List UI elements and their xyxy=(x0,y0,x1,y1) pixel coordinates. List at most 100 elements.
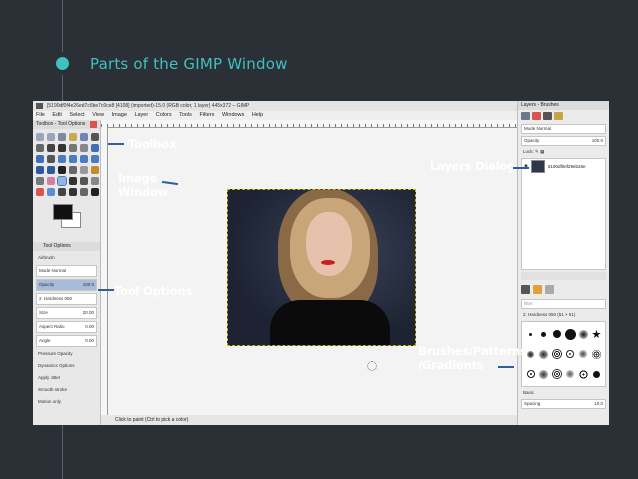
layer-row[interactable]: ◉ 5190df0ef29eb26e xyxy=(522,159,605,173)
brush-swatch[interactable] xyxy=(579,350,588,359)
patterns-tab-icon[interactable] xyxy=(533,285,542,294)
menu-image[interactable]: Image xyxy=(112,112,127,118)
eraser-tool-icon[interactable] xyxy=(47,177,55,185)
menu-colors[interactable]: Colors xyxy=(156,112,172,118)
zoom-tool-icon[interactable] xyxy=(69,144,77,152)
scale-tool-icon[interactable] xyxy=(69,155,77,163)
menu-view[interactable]: View xyxy=(92,112,104,118)
brush-swatch[interactable] xyxy=(539,369,549,379)
cage-tool-icon[interactable] xyxy=(47,166,55,174)
size-slider[interactable]: Size 20.00 xyxy=(36,307,97,319)
brush-swatch[interactable] xyxy=(591,349,601,359)
spacing-slider[interactable]: Spacing 10.0 xyxy=(521,399,606,409)
lock-brush-icon[interactable]: ✎ xyxy=(535,149,539,154)
brush-swatch[interactable] xyxy=(541,331,547,337)
color-picker-tool-icon[interactable] xyxy=(58,144,66,152)
apply-jitter-checkbox[interactable]: Apply Jitter xyxy=(36,373,97,383)
brush-swatch[interactable] xyxy=(539,349,549,359)
menu-layer[interactable]: Layer xyxy=(134,112,148,118)
opacity-slider[interactable]: Opacity 100.0 xyxy=(36,279,97,291)
layer-mode-select[interactable]: Mode Normal xyxy=(521,124,606,134)
smooth-stroke-checkbox[interactable]: Smooth stroke xyxy=(36,385,97,395)
brush-swatch[interactable] xyxy=(592,370,600,378)
rect-select-tool-icon[interactable] xyxy=(36,133,44,141)
layers-tab-icon[interactable] xyxy=(521,112,530,120)
color-balance-tool-icon[interactable] xyxy=(91,188,99,196)
text-tool-icon[interactable] xyxy=(58,166,66,174)
motion-only-checkbox[interactable]: Motion only xyxy=(36,397,97,407)
angle-slider[interactable]: Angle 0.00 xyxy=(36,335,97,347)
flip-tool-icon[interactable] xyxy=(36,166,44,174)
dynamics-options-expander[interactable]: Dynamics Options xyxy=(36,361,97,371)
timeline-line-bottom-2 xyxy=(62,425,63,479)
paths-tool-icon[interactable] xyxy=(47,144,55,152)
menu-edit[interactable]: Edit xyxy=(52,112,61,118)
pencil-tool-icon[interactable] xyxy=(91,166,99,174)
free-select-tool-icon[interactable] xyxy=(58,133,66,141)
brush-swatch[interactable] xyxy=(578,329,588,339)
menu-select[interactable]: Select xyxy=(69,112,84,118)
measure-tool-icon[interactable] xyxy=(80,144,88,152)
dodge-tool-icon[interactable] xyxy=(58,188,66,196)
lock-alpha-icon[interactable]: ▦ xyxy=(540,149,544,154)
rotate-tool-icon[interactable] xyxy=(58,155,66,163)
menu-help[interactable]: Help xyxy=(252,112,263,118)
brush-select[interactable]: 2. Hardness 050 xyxy=(36,293,97,305)
heal-tool-icon[interactable] xyxy=(91,177,99,185)
bucket-fill-tool-icon[interactable] xyxy=(69,166,77,174)
align-tool-icon[interactable] xyxy=(36,155,44,163)
brushes-tab-icon[interactable] xyxy=(521,285,530,294)
crop-tool-icon[interactable] xyxy=(47,155,55,163)
menu-tools[interactable]: Tools xyxy=(179,112,192,118)
annotation-layers-dialog: Layers Dialog xyxy=(430,159,516,173)
menu-windows[interactable]: Windows xyxy=(222,112,244,118)
toolbox-title: Toolbox - Tool Options xyxy=(36,121,86,127)
brush-swatch[interactable] xyxy=(526,370,535,379)
brush-tags[interactable]: Basic xyxy=(521,389,606,397)
gradients-tab-icon[interactable] xyxy=(545,285,554,294)
dynamics-select[interactable]: Pressure Opacity xyxy=(36,349,97,359)
color-select-tool-icon[interactable] xyxy=(80,133,88,141)
move-tool-icon[interactable] xyxy=(91,144,99,152)
brush-filter-input[interactable]: filter xyxy=(521,299,606,309)
brush-swatch-star[interactable] xyxy=(592,329,601,339)
airbrush-tool-icon[interactable] xyxy=(57,176,67,186)
clone-tool-icon[interactable] xyxy=(80,177,88,185)
paintbrush-tool-icon[interactable] xyxy=(36,177,44,185)
brush-swatch[interactable] xyxy=(551,349,562,360)
brush-swatch[interactable] xyxy=(566,370,575,379)
perspective-clone-tool-icon[interactable] xyxy=(80,188,88,196)
scissors-tool-icon[interactable] xyxy=(91,133,99,141)
perspective-tool-icon[interactable] xyxy=(91,155,99,163)
undo-tab-icon[interactable] xyxy=(554,112,563,120)
ellipse-select-tool-icon[interactable] xyxy=(47,133,55,141)
blur-tool-icon[interactable] xyxy=(47,188,55,196)
ink-tool-icon[interactable] xyxy=(69,177,77,185)
brush-swatch[interactable] xyxy=(529,332,533,336)
foreground-color-swatch[interactable] xyxy=(53,204,73,220)
layer-opacity-slider[interactable]: Opacity 100.0 xyxy=(521,136,606,146)
brush-swatch[interactable] xyxy=(527,350,535,358)
brush-swatch[interactable] xyxy=(565,349,576,360)
paths-tab-icon[interactable] xyxy=(543,112,552,120)
menu-filters[interactable]: Filters xyxy=(199,112,214,118)
blend-tool-icon[interactable] xyxy=(80,166,88,174)
foreground-select-tool-icon[interactable] xyxy=(36,144,44,152)
brush-swatch[interactable] xyxy=(552,330,561,339)
brush-swatch[interactable] xyxy=(578,369,588,379)
menu-file[interactable]: File xyxy=(36,112,45,118)
channels-tab-icon[interactable] xyxy=(532,112,541,120)
brush-swatch[interactable] xyxy=(551,369,562,380)
dock-title: Layers - Brushes xyxy=(518,101,609,110)
tool-options-tab[interactable]: Tool Options xyxy=(33,242,100,251)
smudge-tool-icon[interactable] xyxy=(36,188,44,196)
shear-tool-icon[interactable] xyxy=(80,155,88,163)
close-icon[interactable] xyxy=(90,121,97,128)
canvas-image[interactable] xyxy=(227,189,416,346)
fuzzy-select-tool-icon[interactable] xyxy=(69,133,77,141)
brush-swatch[interactable] xyxy=(564,328,576,340)
aspect-ratio-slider[interactable]: Aspect Ratio 0.00 xyxy=(36,321,97,333)
burn-tool-icon[interactable] xyxy=(69,188,77,196)
brush-grid[interactable] xyxy=(521,321,606,387)
mode-select[interactable]: Mode Normal xyxy=(36,265,97,277)
